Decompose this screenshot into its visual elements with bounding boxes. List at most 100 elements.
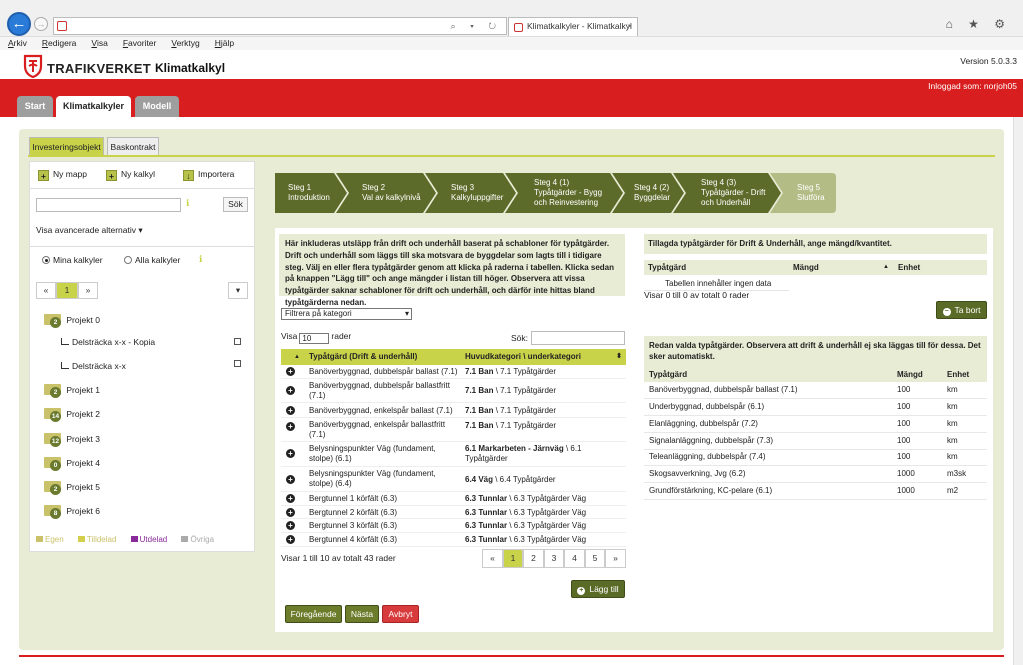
project-folder[interactable]: 2 Projekt 5: [44, 481, 100, 495]
add-button[interactable]: + Lägg till: [571, 580, 625, 598]
pager-next[interactable]: »: [605, 549, 626, 568]
menu-bar: Arkiv Redigera Visa Favoriter Verktyg Hjälp: [0, 36, 1023, 50]
menu-verktyg[interactable]: Verktyg: [163, 37, 206, 48]
tab-modell[interactable]: Modell: [135, 96, 179, 117]
plus-icon: +: [38, 170, 49, 181]
added-measures-title: Tillagda typåtgärder för Drift & Underhå…: [644, 234, 987, 254]
pager-page-3[interactable]: 3: [544, 549, 564, 568]
folder-icon: 14: [44, 408, 61, 422]
tree-pager-next[interactable]: »: [78, 282, 98, 299]
step-3[interactable]: Steg 3 Kalkyluppgifter: [437, 173, 515, 213]
category-filter-select[interactable]: Filtrera på kategori: [281, 308, 412, 320]
advanced-options-toggle[interactable]: Visa avancerade alternativ ▾: [36, 225, 143, 236]
col-header-kategori[interactable]: Huvudkategori \ underkategori ⬍: [461, 349, 626, 365]
close-tab-icon[interactable]: ×: [627, 21, 632, 31]
page-size-select[interactable]: 10: [299, 333, 330, 344]
project-folder[interactable]: 8 Projekt 6: [44, 505, 100, 519]
project-folder[interactable]: 12 Projekt 3: [44, 433, 100, 447]
add-circle-icon: +: [286, 535, 295, 544]
legend-ovriga: Övriga: [181, 535, 220, 544]
pager-page-2[interactable]: 2: [523, 549, 544, 568]
project-folder[interactable]: 14 Projekt 2: [44, 408, 100, 422]
folder-icon: [36, 536, 43, 542]
add-circle-icon: +: [286, 386, 295, 395]
page-scrollbar[interactable]: [1013, 117, 1023, 665]
calc-checkbox[interactable]: [234, 360, 241, 367]
calc-item[interactable]: Delsträcka x-x: [61, 361, 126, 371]
info-icon: ℹ: [186, 198, 190, 208]
table-row[interactable]: + Bergtunnel 3 körfält (6.3) 6.3 Tunnlar \…: [281, 519, 626, 533]
step-5[interactable]: Steg 5 Slutföra: [783, 173, 839, 213]
tree-pager-page[interactable]: 1: [56, 282, 78, 299]
tab-klimatkalkyler[interactable]: Klimatkalkyler: [56, 96, 131, 117]
table-row[interactable]: + Banöverbyggnad, dubbelspår ballastfritt…: [281, 379, 626, 403]
menu-visa[interactable]: Visa: [83, 37, 114, 48]
col-header-typatgard[interactable]: ▲ Typåtgärd (Drift & underhåll): [281, 349, 461, 365]
subtab-investeringsobjekt[interactable]: Investeringsobjekt: [29, 137, 104, 155]
menu-redigera[interactable]: Redigera: [34, 37, 84, 48]
add-circle-icon: +: [286, 475, 295, 484]
sort-asc-icon: ▲: [294, 354, 300, 360]
import-button[interactable]: ↓ Importera: [183, 169, 234, 181]
pager-page-4[interactable]: 4: [564, 549, 585, 568]
calc-checkbox[interactable]: [234, 338, 241, 345]
selected-col-enhet: Enhet: [947, 370, 970, 379]
tab-title: Klimatkalkyler - Klimatkalkyl: [527, 21, 632, 31]
previous-button[interactable]: Föregående: [285, 605, 342, 623]
pager-page-1[interactable]: 1: [503, 549, 523, 568]
cancel-button[interactable]: Avbryt: [382, 605, 419, 623]
added-col-enhet[interactable]: Enhet: [894, 260, 987, 275]
table-row[interactable]: + Belysningspunkter Väg (fundament, stolp…: [281, 442, 626, 467]
new-folder-button[interactable]: + Ny mapp: [38, 169, 87, 181]
menu-arkiv[interactable]: Arkiv: [0, 37, 34, 48]
step-4-3[interactable]: Steg 4 (3) Typåtgärder - Drift och Underhå…: [687, 173, 779, 213]
radio-alla-kalkyler[interactable]: Alla kalkyler: [124, 255, 180, 265]
table-row[interactable]: + Banöverbyggnad, enkelspår ballast (7.1)…: [281, 403, 626, 418]
pager-prev[interactable]: «: [482, 549, 503, 568]
subtab-baskontrakt[interactable]: Baskontrakt: [107, 137, 159, 155]
table-row[interactable]: + Bergtunnel 4 körfält (6.3) 6.3 Tunnlar \…: [281, 533, 626, 547]
added-col-typatgard[interactable]: Typåtgärd: [644, 260, 789, 275]
page-size-control: Visa 10 rader: [281, 331, 352, 344]
menu-hjalp[interactable]: Hjälp: [207, 37, 241, 48]
forward-arrow-icon[interactable]: →: [34, 17, 48, 31]
back-arrow-icon[interactable]: ←: [7, 12, 31, 36]
tab-start[interactable]: Start: [17, 96, 53, 117]
step-4-2[interactable]: Steg 4 (2) Byggdelar: [620, 173, 682, 213]
empty-table-message: Tabellen innehåller ingen data: [665, 279, 772, 288]
tree-pager-dropdown[interactable]: ▾: [228, 282, 248, 299]
tree-search-button[interactable]: Sök: [223, 197, 248, 212]
folder-icon: [181, 536, 189, 542]
project-folder[interactable]: 2 Projekt 1: [44, 384, 100, 398]
tree-pager-prev[interactable]: «: [36, 282, 56, 299]
table-row[interactable]: + Bergtunnel 1 körfält (6.3) 6.3 Tunnlar \…: [281, 492, 626, 506]
calc-item[interactable]: Delsträcka x-x - Kopia: [61, 337, 155, 347]
table-row[interactable]: + Banöverbyggnad, enkelspår ballastfritt …: [281, 418, 626, 442]
table-search-input[interactable]: [531, 331, 625, 345]
table-row[interactable]: + Banöverbyggnad, dubbelspår ballast (7.1…: [281, 365, 626, 379]
table-row[interactable]: + Bergtunnel 2 körfält (6.3) 6.3 Tunnlar \…: [281, 506, 626, 519]
tree-search-input[interactable]: [36, 198, 181, 212]
pager-page-5[interactable]: 5: [585, 549, 605, 568]
added-col-mangd[interactable]: Mängd ▲: [789, 260, 894, 275]
home-star-gear-icons[interactable]: ⌂ ★ ⚙: [946, 17, 1011, 31]
folder-icon: 12: [44, 433, 61, 447]
project-folder[interactable]: 2 Projekt 0: [44, 314, 100, 328]
project-folder[interactable]: 0 Projekt 4: [44, 457, 100, 471]
menu-favoriter[interactable]: Favoriter: [115, 37, 164, 48]
calc-tree-panel: + Ny mapp + Ny kalkyl ↓ Importera ℹ Sök Vis…: [29, 161, 255, 552]
step-4-1[interactable]: Steg 4 (1) Typåtgärder - Bygg och Reinvest…: [520, 173, 625, 213]
folder-icon: 2: [44, 384, 61, 398]
radio-mina-kalkyler[interactable]: Mina kalkyler: [42, 255, 103, 265]
new-calc-button[interactable]: + Ny kalkyl: [106, 169, 155, 181]
folder-icon: [130, 536, 138, 542]
remove-button[interactable]: − Ta bort: [936, 301, 987, 319]
address-controls-icons[interactable]: ⌕ ▾ ↻: [451, 21, 502, 32]
table-row[interactable]: + Belysningspunkter Väg (fundament, stolp…: [281, 467, 626, 492]
step-2[interactable]: Steg 2 Val av kalkylnivå: [348, 173, 434, 213]
site-favicon-icon: [57, 21, 67, 31]
next-button[interactable]: Nästa: [345, 605, 379, 623]
address-bar[interactable]: ⌕ ▾ ↻: [53, 17, 507, 35]
browser-tab[interactable]: Klimatkalkyler - Klimatkalkyl ×: [508, 17, 638, 37]
step-1[interactable]: Steg 1 Introduktion: [275, 173, 345, 213]
